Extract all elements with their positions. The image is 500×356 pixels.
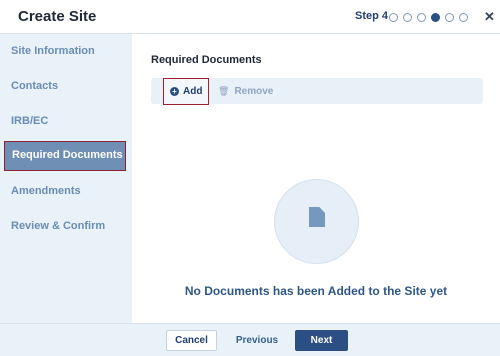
plus-circle-icon: +	[170, 87, 179, 96]
sidebar-item-required-documents[interactable]: Required Documents	[4, 141, 126, 171]
wizard-sidebar: Site Information Contacts IRB/EC Require…	[0, 34, 132, 323]
dialog-title: Create Site	[18, 8, 97, 25]
sidebar-item-label: Contacts	[11, 80, 59, 92]
documents-toolbar: + Add 🗑 Remove	[151, 78, 483, 105]
step-dot-3	[417, 13, 426, 22]
remove-button-label: Remove	[234, 85, 274, 97]
step-dot-6	[459, 13, 468, 22]
step-dot-2	[403, 13, 412, 22]
add-document-button[interactable]: + Add	[163, 78, 209, 105]
dialog-footer: Cancel Previous Next	[0, 323, 500, 356]
create-site-dialog: Create Site Step 4 ✕ Site Information Co…	[0, 0, 500, 356]
previous-button[interactable]: Previous	[232, 330, 282, 351]
step-indicator-label: Step 4	[355, 10, 389, 22]
cancel-button[interactable]: Cancel	[166, 330, 217, 351]
sidebar-item-irb-ec[interactable]: IRB/EC	[0, 106, 132, 136]
close-icon[interactable]: ✕	[484, 10, 495, 23]
empty-state-message: No Documents has been Added to the Site …	[184, 284, 448, 298]
trash-icon: 🗑	[218, 85, 230, 96]
sidebar-item-label: Amendments	[11, 185, 81, 197]
step-dot-1	[389, 13, 398, 22]
file-icon	[309, 207, 325, 227]
next-button[interactable]: Next	[295, 330, 348, 351]
sidebar-item-review-confirm[interactable]: Review & Confirm	[0, 211, 132, 241]
sidebar-item-label: Site Information	[11, 45, 95, 57]
section-title: Required Documents	[151, 54, 262, 66]
step-progress-dots	[389, 13, 473, 23]
dialog-header: Create Site Step 4 ✕	[0, 0, 500, 34]
sidebar-item-contacts[interactable]: Contacts	[0, 71, 132, 101]
remove-document-button[interactable]: 🗑 Remove	[218, 78, 273, 104]
step-dot-4-current	[431, 13, 440, 22]
step-dot-5	[445, 13, 454, 22]
add-button-label: Add	[183, 86, 203, 97]
sidebar-item-amendments[interactable]: Amendments	[0, 176, 132, 206]
empty-state-illustration	[274, 179, 359, 264]
main-content: Required Documents + Add 🗑 Remove No Doc…	[132, 34, 500, 323]
sidebar-item-label: Required Documents	[12, 149, 123, 161]
sidebar-item-label: IRB/EC	[11, 115, 49, 127]
sidebar-item-label: Review & Confirm	[11, 220, 106, 232]
sidebar-item-site-information[interactable]: Site Information	[0, 36, 132, 66]
